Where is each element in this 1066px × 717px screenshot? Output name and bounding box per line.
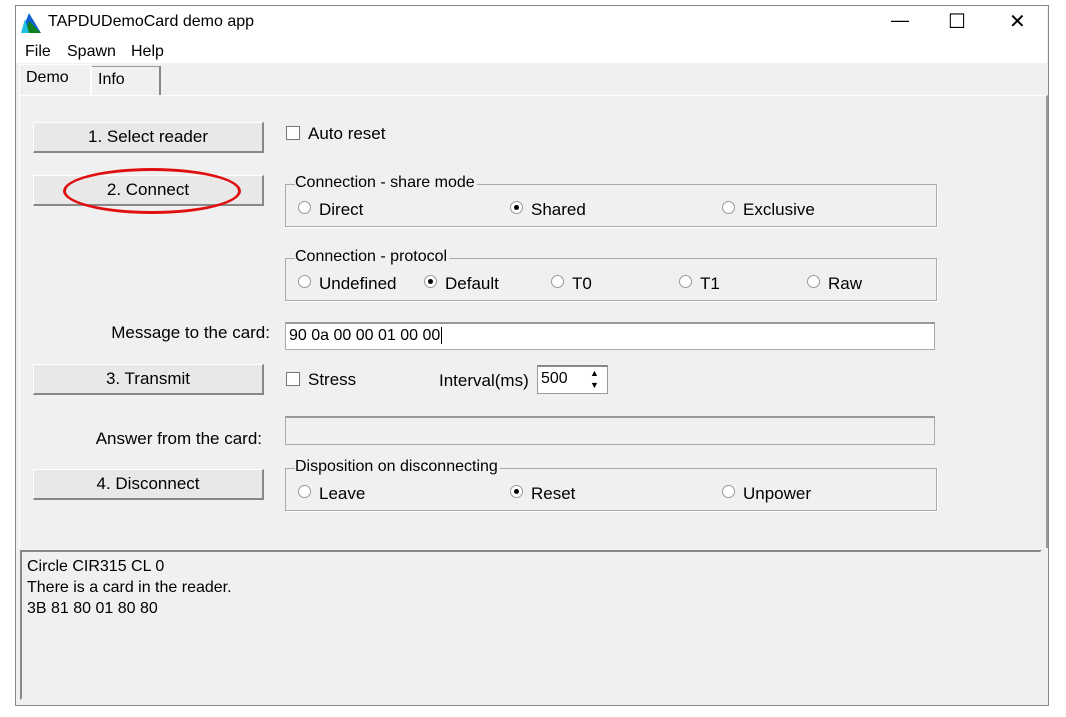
protocol-group: Connection - protocol Undefined Default … — [285, 248, 937, 301]
message-label: Message to the card: — [111, 323, 270, 342]
message-input[interactable]: 90 0a 00 00 01 00 00 — [285, 322, 935, 350]
share-mode-group: Connection - share mode Direct Shared Ex… — [285, 174, 937, 227]
radio-exclusive[interactable]: Exclusive — [722, 200, 815, 220]
radio-direct[interactable]: Direct — [298, 200, 363, 220]
radio-default[interactable]: Default — [424, 274, 499, 294]
menu-bar — [16, 39, 1047, 63]
answer-field — [285, 416, 935, 445]
radio-shared[interactable]: Shared — [510, 200, 586, 220]
select-reader-button[interactable]: 1. Select reader — [33, 122, 264, 153]
menu-spawn[interactable]: Spawn — [67, 43, 116, 61]
log-line: There is a card in the reader. — [27, 579, 232, 596]
tab-demo[interactable]: Demo — [19, 64, 91, 96]
share-mode-legend: Connection - share mode — [295, 174, 477, 192]
spin-down-icon[interactable]: ▼ — [590, 380, 599, 390]
interval-value[interactable]: 500 — [541, 370, 568, 388]
menu-help[interactable]: Help — [131, 43, 164, 61]
app-icon — [21, 13, 41, 33]
log-output[interactable]: Circle CIR315 CL 0 There is a card in th… — [20, 550, 1042, 700]
disposition-group: Disposition on disconnecting Leave Reset… — [285, 458, 937, 511]
radio-undefined[interactable]: Undefined — [298, 274, 397, 294]
radio-t0[interactable]: T0 — [551, 274, 592, 294]
radio-unpower[interactable]: Unpower — [722, 484, 811, 504]
window-title: TAPDUDemoCard demo app — [48, 13, 255, 30]
menu-file[interactable]: File — [25, 43, 51, 61]
radio-reset[interactable]: Reset — [510, 484, 575, 504]
radio-t1[interactable]: T1 — [679, 274, 720, 294]
disconnect-button[interactable]: 4. Disconnect — [33, 469, 264, 500]
interval-spinner[interactable]: 500 ▲ ▼ — [537, 365, 608, 394]
auto-reset-checkbox[interactable]: Auto reset — [286, 124, 386, 144]
protocol-legend: Connection - protocol — [295, 248, 450, 266]
tab-info[interactable]: Info — [91, 66, 161, 95]
radio-raw[interactable]: Raw — [807, 274, 862, 294]
transmit-button[interactable]: 3. Transmit — [33, 364, 264, 395]
answer-label: Answer from the card: — [95, 429, 262, 448]
minimize-button[interactable]: — — [891, 10, 909, 31]
auto-reset-label: Auto reset — [308, 124, 386, 143]
disposition-legend: Disposition on disconnecting — [295, 458, 500, 476]
close-button[interactable]: ✕ — [1009, 9, 1026, 34]
log-line: 3B 81 80 01 80 80 — [27, 600, 158, 617]
stress-checkbox[interactable]: Stress — [286, 370, 356, 390]
log-line: Circle CIR315 CL 0 — [27, 558, 165, 575]
interval-label: Interval(ms) — [439, 371, 529, 390]
spin-up-icon[interactable]: ▲ — [590, 368, 599, 378]
radio-leave[interactable]: Leave — [298, 484, 365, 504]
title-bar: TAPDUDemoCard demo app — ☐ ✕ — [16, 6, 1047, 39]
maximize-button[interactable]: ☐ — [948, 9, 966, 34]
annotation-ellipse — [63, 168, 241, 214]
